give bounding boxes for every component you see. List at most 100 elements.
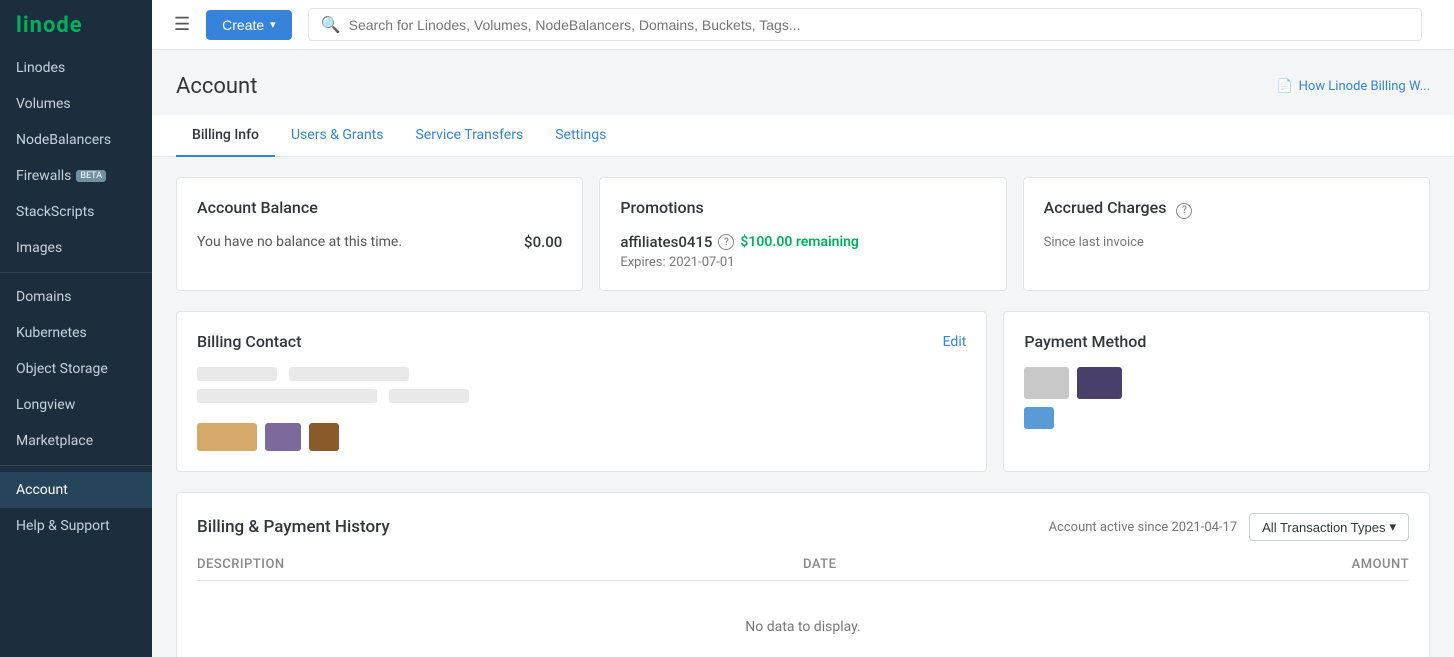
- history-title: Billing & Payment History: [197, 517, 390, 537]
- chevron-down-icon: ▾: [270, 18, 276, 31]
- payment-method-title: Payment Method: [1024, 332, 1409, 351]
- sidebar-item-firewalls[interactable]: Firewalls BETA: [0, 158, 152, 194]
- account-active-since: Account active since 2021-04-17: [1049, 520, 1238, 535]
- transaction-types-button[interactable]: All Transaction Types ▾: [1249, 513, 1409, 541]
- sidebar-logo: linode: [0, 0, 152, 50]
- sidebar-item-label: Longview: [16, 397, 75, 413]
- sidebar-item-label: Images: [16, 240, 62, 256]
- col-description: Description: [197, 557, 803, 572]
- payment-block-darkpurple: [1077, 367, 1122, 399]
- color-block-purple: [265, 423, 301, 451]
- sidebar-item-label: Volumes: [16, 96, 71, 112]
- chevron-down-icon: ▾: [1389, 519, 1396, 535]
- how-billing-link[interactable]: 📄 How Linode Billing W...: [1276, 79, 1430, 94]
- promo-help-icon[interactable]: ?: [718, 234, 734, 250]
- field-row-2: [197, 389, 966, 403]
- sidebar-item-volumes[interactable]: Volumes: [0, 86, 152, 122]
- field-block: [197, 367, 277, 381]
- summary-cards: Account Balance You have no balance at t…: [176, 177, 1430, 291]
- sidebar-item-object-storage[interactable]: Object Storage: [0, 351, 152, 387]
- field-block: [197, 389, 377, 403]
- accrued-charges-title: Accrued Charges ?: [1044, 198, 1409, 219]
- sidebar-item-label: Firewalls: [16, 168, 71, 184]
- promo-remaining: $100.00 remaining: [740, 234, 858, 250]
- table-header: Description Date Amount: [197, 557, 1409, 581]
- sidebar-item-account[interactable]: Account: [0, 472, 152, 508]
- col-date: Date: [803, 557, 1106, 572]
- history-header: Billing & Payment History Account active…: [197, 513, 1409, 541]
- color-block-brown: [309, 423, 339, 451]
- billing-contact-card: Billing Contact Edit: [176, 311, 987, 472]
- field-block: [389, 389, 469, 403]
- sidebar-item-domains[interactable]: Domains: [0, 279, 152, 315]
- col-amount: Amount: [1106, 557, 1409, 572]
- sidebar-divider-2: [0, 465, 152, 466]
- sidebar-item-marketplace[interactable]: Marketplace: [0, 423, 152, 459]
- history-section: Billing & Payment History Account active…: [176, 492, 1430, 657]
- contact-payment-row: Billing Contact Edit: [176, 311, 1430, 472]
- sidebar-item-linodes[interactable]: Linodes: [0, 50, 152, 86]
- sidebar-item-kubernetes[interactable]: Kubernetes: [0, 315, 152, 351]
- payment-block-blue: [1024, 407, 1054, 429]
- promo-code: affiliates0415 ? $100.00 remaining: [620, 233, 985, 251]
- sidebar-item-label: NodeBalancers: [16, 132, 111, 148]
- balance-row: You have no balance at this time. $0.00: [197, 233, 562, 251]
- field-row-1: [197, 367, 966, 381]
- hamburger-button[interactable]: ☰: [168, 8, 196, 41]
- color-block-tan: [197, 423, 257, 451]
- payment-block-gray: [1024, 367, 1069, 399]
- promotions-card: Promotions affiliates0415 ? $100.00 rema…: [599, 177, 1006, 291]
- billing-contact-header: Billing Contact Edit: [197, 332, 966, 351]
- sidebar-divider: [0, 272, 152, 273]
- content-area: Account 📄 How Linode Billing W... Billin…: [152, 50, 1454, 657]
- accrued-charges-card: Accrued Charges ? Since last invoice: [1023, 177, 1430, 291]
- page-header: Account 📄 How Linode Billing W...: [176, 74, 1430, 99]
- no-balance-text: You have no balance at this time.: [197, 234, 402, 250]
- account-balance-title: Account Balance: [197, 198, 562, 217]
- sidebar-item-nodebalancers[interactable]: NodeBalancers: [0, 122, 152, 158]
- create-button-label: Create: [222, 17, 264, 33]
- sidebar-item-stackscripts[interactable]: StackScripts: [0, 194, 152, 230]
- sidebar-item-label: Account: [16, 482, 68, 498]
- accrued-help-icon[interactable]: ?: [1176, 203, 1192, 219]
- sidebar-item-longview[interactable]: Longview: [0, 387, 152, 423]
- promotions-title: Promotions: [620, 198, 985, 217]
- sidebar-item-label: Domains: [16, 289, 71, 305]
- search-bar: 🔍: [308, 8, 1422, 41]
- sidebar-item-label: Marketplace: [16, 433, 93, 449]
- tab-settings[interactable]: Settings: [539, 115, 622, 157]
- search-icon: 🔍: [321, 15, 341, 34]
- payment-block-blue-row: [1024, 407, 1409, 429]
- contact-fields: [197, 367, 966, 451]
- topbar: ☰ Create ▾ 🔍: [152, 0, 1454, 50]
- tabs-container: Billing Info Users & Grants Service Tran…: [152, 115, 1454, 157]
- sidebar: linode Linodes Volumes NodeBalancers Fir…: [0, 0, 152, 657]
- tab-users-grants[interactable]: Users & Grants: [275, 115, 400, 157]
- billing-contact-edit-link[interactable]: Edit: [943, 334, 967, 350]
- sidebar-item-label: Kubernetes: [16, 325, 87, 341]
- document-icon: 📄: [1276, 79, 1292, 94]
- no-data-message: No data to display.: [197, 589, 1409, 657]
- sidebar-item-label: StackScripts: [16, 204, 94, 220]
- page-title: Account: [176, 74, 257, 99]
- create-button[interactable]: Create ▾: [206, 10, 292, 40]
- since-last-invoice: Since last invoice: [1044, 235, 1409, 250]
- history-meta: Account active since 2021-04-17 All Tran…: [1049, 513, 1409, 541]
- sidebar-item-label: Object Storage: [16, 361, 108, 377]
- main-content: ☰ Create ▾ 🔍 Account 📄 How Linode Billin…: [152, 0, 1454, 657]
- sidebar-item-label: Linodes: [16, 60, 65, 76]
- field-block: [289, 367, 409, 381]
- promo-expires: Expires: 2021-07-01: [620, 255, 985, 270]
- account-balance-card: Account Balance You have no balance at t…: [176, 177, 583, 291]
- search-input[interactable]: [349, 17, 1409, 33]
- payment-blocks: [1024, 367, 1409, 399]
- contact-avatar-area: [197, 423, 966, 451]
- sidebar-item-help-support[interactable]: Help & Support: [0, 508, 152, 544]
- balance-amount: $0.00: [524, 233, 562, 251]
- payment-method-card: Payment Method: [1003, 311, 1430, 472]
- billing-contact-title: Billing Contact: [197, 332, 301, 351]
- tab-service-transfers[interactable]: Service Transfers: [399, 115, 539, 157]
- tab-billing-info[interactable]: Billing Info: [176, 115, 275, 157]
- sidebar-item-label: Help & Support: [16, 518, 110, 534]
- sidebar-item-images[interactable]: Images: [0, 230, 152, 266]
